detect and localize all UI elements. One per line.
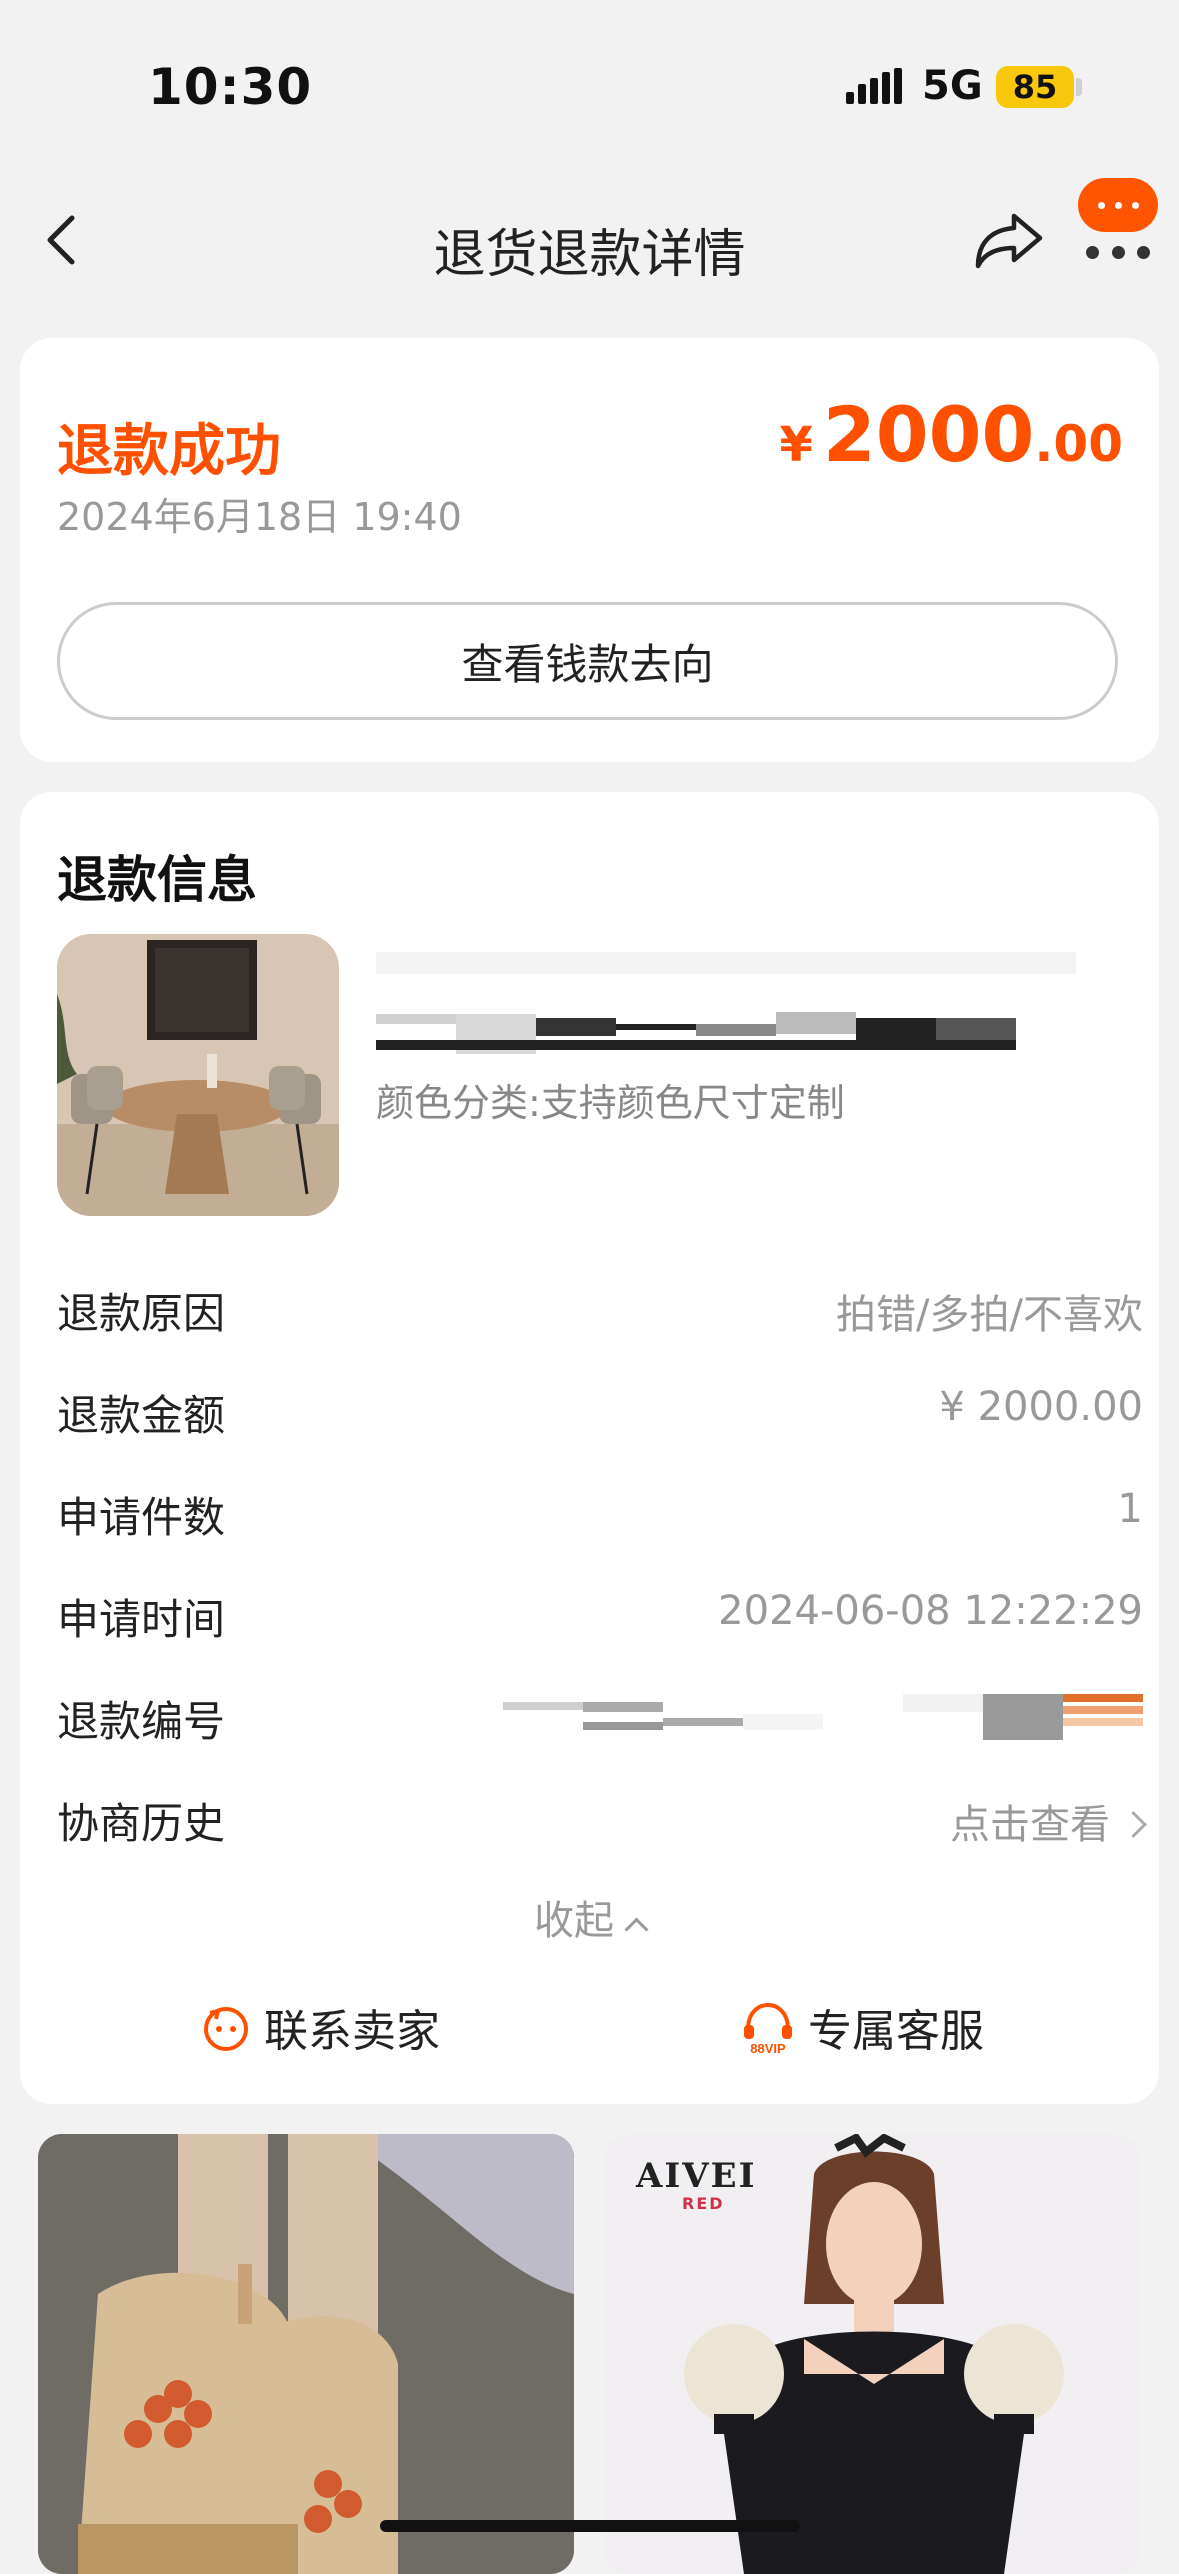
exclusive-service-label: 专属客服 — [808, 2006, 984, 2057]
refund-info-card: 退款信息 颜色分类:支持颜色尺寸定制 退款原因 拍错/多拍/不喜欢 退款金额 ¥… — [20, 792, 1159, 2104]
headset-icon: 88VIP — [744, 2002, 792, 2055]
view-history-label: 点击查看 — [950, 1802, 1110, 1848]
more-dots-icon[interactable] — [1086, 232, 1150, 272]
info-row-apply-time: 申请时间 2024-06-08 12:22:29 — [57, 1586, 1143, 1646]
seller-icon — [204, 2007, 248, 2051]
section-title: 退款信息 — [57, 851, 257, 909]
battery-icon: 85 — [996, 66, 1074, 108]
view-money-flow-button[interactable]: 查看钱款去向 — [57, 602, 1118, 720]
refund-status-title: 退款成功 — [57, 419, 281, 484]
status-bar: 10:30 5G 85 — [0, 0, 1179, 150]
status-time: 10:30 — [148, 58, 313, 116]
battery-tip — [1076, 78, 1082, 96]
info-value: 1 — [1117, 1486, 1143, 1532]
refund-amount: ¥2000.00 — [779, 390, 1123, 479]
info-label: 申请时间 — [57, 1595, 226, 1644]
nav-bar: 退货退款详情 — [0, 150, 1179, 310]
info-row-negotiation-history[interactable]: 协商历史 点击查看 — [57, 1790, 1147, 1850]
network-type: 5G — [922, 63, 983, 109]
recommend-card[interactable]: AIVEI RED — [604, 2134, 1140, 2574]
product-spec: 颜色分类:支持颜色尺寸定制 — [376, 1081, 845, 1125]
brand-logo: AIVEI — [636, 2156, 757, 2196]
home-indicator[interactable] — [380, 2520, 800, 2532]
contact-seller-button[interactable]: 联系卖家 — [200, 1992, 440, 2062]
share-icon[interactable] — [972, 208, 1046, 270]
chevron-right-icon — [1120, 1811, 1147, 1838]
message-badge[interactable] — [1078, 178, 1158, 232]
signal-icon — [846, 68, 902, 104]
amount-integer: 2000 — [822, 390, 1035, 479]
info-value: 拍错/多拍/不喜欢 — [836, 1292, 1143, 1338]
info-row-amount: 退款金额 ¥ 2000.00 — [57, 1382, 1143, 1442]
recommend-card[interactable] — [38, 2134, 574, 2574]
recommend-image — [38, 2134, 574, 2574]
info-label: 退款编号 — [57, 1697, 226, 1746]
info-value: 2024-06-08 12:22:29 — [718, 1588, 1143, 1634]
view-history-link[interactable]: 点击查看 — [950, 1792, 1147, 1850]
info-label: 申请件数 — [57, 1493, 226, 1542]
info-row-quantity: 申请件数 1 — [57, 1484, 1143, 1544]
collapse-toggle[interactable]: 收起 — [20, 1888, 1159, 1946]
refund-status-time: 2024年6月18日 19:40 — [57, 495, 462, 539]
exclusive-service-button[interactable]: 88VIP 专属客服 — [740, 1992, 984, 2062]
brand-sub: RED — [682, 2194, 725, 2213]
info-row-refund-number: 退款编号 — [57, 1688, 1143, 1748]
info-value: ¥ 2000.00 — [939, 1384, 1143, 1430]
collapse-label: 收起 — [534, 1898, 614, 1944]
info-label: 退款金额 — [57, 1391, 226, 1440]
amount-decimal: .00 — [1034, 415, 1123, 473]
refund-status-card: 退款成功 2024年6月18日 19:40 ¥2000.00 查看钱款去向 — [20, 338, 1159, 762]
refund-number-redacted — [503, 1694, 1143, 1740]
product-title-redacted — [376, 952, 1076, 1054]
contact-seller-label: 联系卖家 — [264, 2006, 440, 2057]
info-row-reason: 退款原因 拍错/多拍/不喜欢 — [57, 1280, 1143, 1340]
info-label: 退款原因 — [57, 1289, 226, 1338]
currency-symbol: ¥ — [779, 417, 813, 473]
product-image[interactable] — [57, 934, 339, 1216]
vip-badge: 88VIP — [750, 2041, 786, 2055]
chevron-up-icon — [624, 1917, 649, 1942]
info-label: 协商历史 — [57, 1799, 226, 1848]
